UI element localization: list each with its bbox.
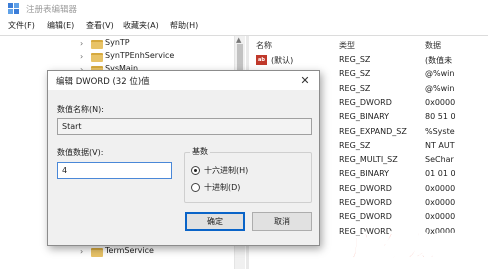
dialog-titlebar: 编辑 DWORD (32 位)值 ✕ bbox=[48, 71, 319, 90]
value-row-data: (数值未 bbox=[425, 56, 453, 65]
value-row-data: %Syste bbox=[425, 126, 455, 136]
value-row-data: 0x0000 bbox=[425, 97, 456, 107]
value-row-type: REG_DWORD bbox=[339, 212, 392, 222]
value-row-type: REG_DWORD bbox=[339, 97, 392, 107]
site-watermark: 广东龙网 bbox=[350, 229, 463, 263]
window-title: 注册表编辑器 bbox=[26, 5, 78, 15]
ok-button[interactable]: 确定 bbox=[185, 212, 245, 231]
value-row-type: REG_DWORD bbox=[339, 198, 392, 207]
folder-icon bbox=[91, 248, 103, 257]
value-row-type: REG_EXPAND_SZ bbox=[339, 126, 407, 136]
tree-item-label: SynTP bbox=[105, 38, 130, 47]
menu-bar: 文件(F) 编辑(E) 查看(V) 收藏夹(A) 帮助(H) bbox=[0, 18, 488, 34]
hex-radio[interactable] bbox=[191, 166, 200, 175]
tree-item-label: TermService bbox=[105, 246, 154, 255]
column-header-type[interactable]: 类型 bbox=[339, 40, 355, 51]
value-row-data: SeChar bbox=[425, 155, 454, 165]
menu-edit[interactable]: 编辑(E) bbox=[47, 20, 74, 31]
scroll-up-arrow-icon[interactable]: ▲ bbox=[236, 36, 241, 44]
string-value-icon: ab bbox=[256, 55, 267, 65]
value-row-type: REG_SZ bbox=[339, 55, 371, 64]
decimal-radio-label[interactable]: 十进制(D) bbox=[204, 182, 240, 193]
value-row-data: 0x0000 bbox=[425, 212, 456, 222]
folder-icon bbox=[91, 53, 103, 62]
column-header-data[interactable]: 数据 bbox=[425, 40, 441, 51]
value-data-label: 数值数据(V): bbox=[57, 148, 104, 157]
value-row-name: (默认) bbox=[271, 56, 294, 65]
value-row-data: @%win bbox=[425, 83, 455, 93]
menu-help[interactable]: 帮助(H) bbox=[170, 20, 198, 31]
value-row-type: REG_SZ bbox=[339, 83, 371, 93]
value-name-label: 数值名称(N): bbox=[57, 105, 104, 114]
value-data-input[interactable]: 4 bbox=[57, 162, 172, 179]
value-row-type: REG_BINARY bbox=[339, 169, 390, 179]
value-row-data: NT AUT bbox=[425, 140, 455, 150]
folder-icon bbox=[91, 40, 103, 49]
value-row-data: @%win bbox=[425, 69, 455, 79]
value-row-type: REG_DWORD bbox=[339, 183, 392, 193]
dialog-title: 编辑 DWORD (32 位)值 bbox=[56, 77, 150, 87]
value-row-type: REG_MULTI_SZ bbox=[339, 155, 398, 165]
chevron-right-icon[interactable]: › bbox=[80, 52, 83, 61]
decimal-radio[interactable] bbox=[191, 183, 200, 192]
value-row-data: 01 01 0 bbox=[425, 169, 456, 179]
tree-item-label: SynTPEnhService bbox=[105, 51, 175, 60]
value-row-type: REG_SZ bbox=[339, 140, 371, 150]
regedit-app-icon bbox=[8, 3, 19, 14]
value-row-data: 0x0000 bbox=[425, 198, 456, 207]
menu-view[interactable]: 查看(V) bbox=[86, 20, 114, 31]
edit-dword-dialog: 编辑 DWORD (32 位)值 ✕ 数值名称(N): Start 数值数据(V… bbox=[47, 70, 320, 246]
base-group-label: 基数 bbox=[190, 146, 210, 157]
menu-favorites[interactable]: 收藏夹(A) bbox=[123, 20, 159, 31]
hex-radio-label[interactable]: 十六进制(H) bbox=[204, 165, 248, 176]
value-name-field: Start bbox=[57, 118, 312, 135]
value-row-type: REG_SZ bbox=[339, 69, 371, 79]
base-groupbox bbox=[184, 152, 312, 203]
value-row-data: 0x0000 bbox=[425, 183, 456, 193]
chevron-right-icon[interactable]: › bbox=[80, 247, 83, 256]
close-icon[interactable]: ✕ bbox=[296, 73, 314, 88]
value-row[interactable]: ab (默认) REG_SZ (数值未 bbox=[249, 53, 488, 67]
menu-file[interactable]: 文件(F) bbox=[8, 20, 35, 31]
watermark-text: 广东龙网 bbox=[351, 230, 463, 263]
value-row-type: REG_BINARY bbox=[339, 112, 390, 122]
chevron-right-icon[interactable]: › bbox=[80, 39, 83, 48]
window-titlebar: 注册表编辑器 bbox=[0, 0, 488, 18]
column-header-name[interactable]: 名称 bbox=[256, 40, 272, 51]
cancel-button[interactable]: 取消 bbox=[252, 212, 312, 231]
value-row-data: 80 51 0 bbox=[425, 112, 456, 122]
